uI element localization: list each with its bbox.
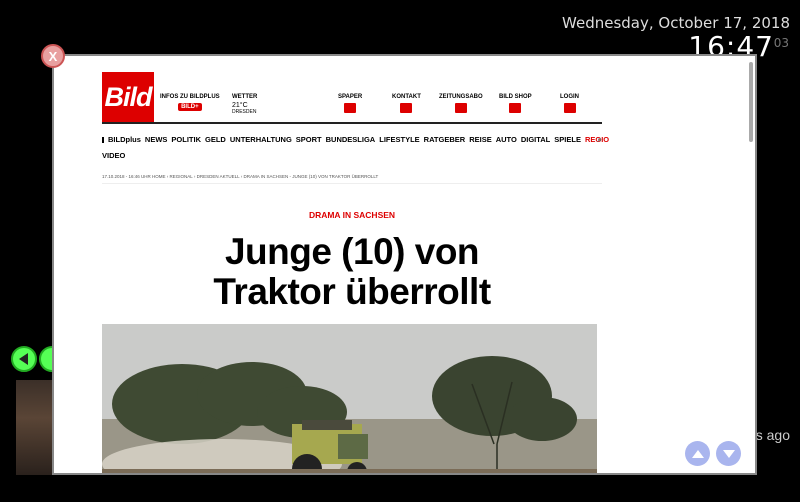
nav-item-digital[interactable]: DIGITAL [521, 132, 550, 148]
contact-icon [400, 103, 413, 113]
nav-item-unterhaltung[interactable]: UNTERHALTUNG [230, 132, 292, 148]
search-icon[interactable]: ⌕ [598, 132, 602, 148]
user-icon [563, 103, 576, 113]
section-nav: BILDplus NEWS POLITIK GELD UNTERHALTUNG … [102, 124, 609, 170]
arrow-down-icon [722, 449, 735, 458]
header-item-spaper[interactable]: SPAPER [338, 94, 362, 113]
nav-item-ratgeber[interactable]: RATGEBER [424, 132, 466, 148]
clock-seconds: 03 [773, 36, 789, 50]
weather-temp: 21°C [232, 102, 248, 109]
popup-scrollbar[interactable] [749, 62, 753, 142]
nav-item-bundesliga[interactable]: BUNDESLIGA [326, 132, 376, 148]
header-item-shop[interactable]: BILD SHOP [499, 94, 532, 113]
nav-item-auto[interactable]: AUTO [496, 132, 517, 148]
nav-row: BILDplus NEWS POLITIK GELD UNTERHALTUNG … [102, 132, 609, 148]
nav-item-geld[interactable]: GELD [205, 132, 226, 148]
bild-page: Bild INFOS ZU BILDPLUS BILD+ WETTER 21°C… [102, 56, 609, 312]
article-kicker: DRAMA IN SACHSEN [308, 210, 396, 220]
close-button[interactable]: X [41, 44, 65, 68]
header-item-infos[interactable]: INFOS ZU BILDPLUS BILD+ [160, 94, 220, 111]
nav-item-lifestyle[interactable]: LIFESTYLE [379, 132, 419, 148]
nav-item-news[interactable]: NEWS [145, 132, 168, 148]
screen: Wednesday, October 17, 2018 16:47 03 es … [0, 0, 800, 502]
nav-row-2: VIDEO [102, 148, 602, 164]
bild-logo[interactable]: Bild [102, 72, 154, 122]
article-photo [102, 324, 597, 473]
site-header: Bild INFOS ZU BILDPLUS BILD+ WETTER 21°C… [102, 56, 602, 124]
headline-line-2: Traktor überrollt [213, 271, 491, 312]
nav-item-spiele[interactable]: SPIELE [554, 132, 581, 148]
article-headline: Junge (10) von Traktor überrollt [102, 232, 602, 312]
scroll-down-button[interactable] [716, 441, 741, 466]
breadcrumb: 17.10.2018 - 16:46 UHR HOME › REGIONAL ›… [102, 170, 602, 184]
close-icon: X [48, 48, 58, 64]
bildplus-badge: BILD+ [178, 103, 202, 111]
arrow-left-icon [18, 353, 28, 365]
header-item-login[interactable]: LOGIN [560, 94, 579, 113]
header-item-zeitungsabo[interactable]: ZEITUNGSABO [439, 94, 483, 113]
cart-icon [509, 103, 522, 113]
epaper-icon [344, 103, 357, 113]
header-item-wetter[interactable]: WETTER 21°C DRESDEN [232, 94, 257, 115]
scroll-up-button[interactable] [685, 441, 710, 466]
nav-item-video[interactable]: VIDEO [102, 148, 125, 164]
headline-line-1: Junge (10) von [224, 231, 480, 272]
newspaper-icon [454, 103, 467, 113]
nav-item-sport[interactable]: SPORT [296, 132, 322, 148]
nav-item-bildplus[interactable]: BILDplus [108, 132, 141, 148]
header-item-kontakt[interactable]: KONTAKT [392, 94, 421, 113]
nav-item-reise[interactable]: REISE [469, 132, 492, 148]
arrow-up-icon [691, 449, 704, 458]
background-thumbnail [16, 380, 52, 475]
weather-city: DRESDEN [232, 109, 257, 115]
nav-item-politik[interactable]: POLITIK [171, 132, 201, 148]
tractor-field-image [102, 324, 597, 473]
article-popup: Bild INFOS ZU BILDPLUS BILD+ WETTER 21°C… [52, 54, 757, 475]
previous-button[interactable] [11, 346, 37, 372]
bildplus-square-icon [102, 137, 104, 143]
